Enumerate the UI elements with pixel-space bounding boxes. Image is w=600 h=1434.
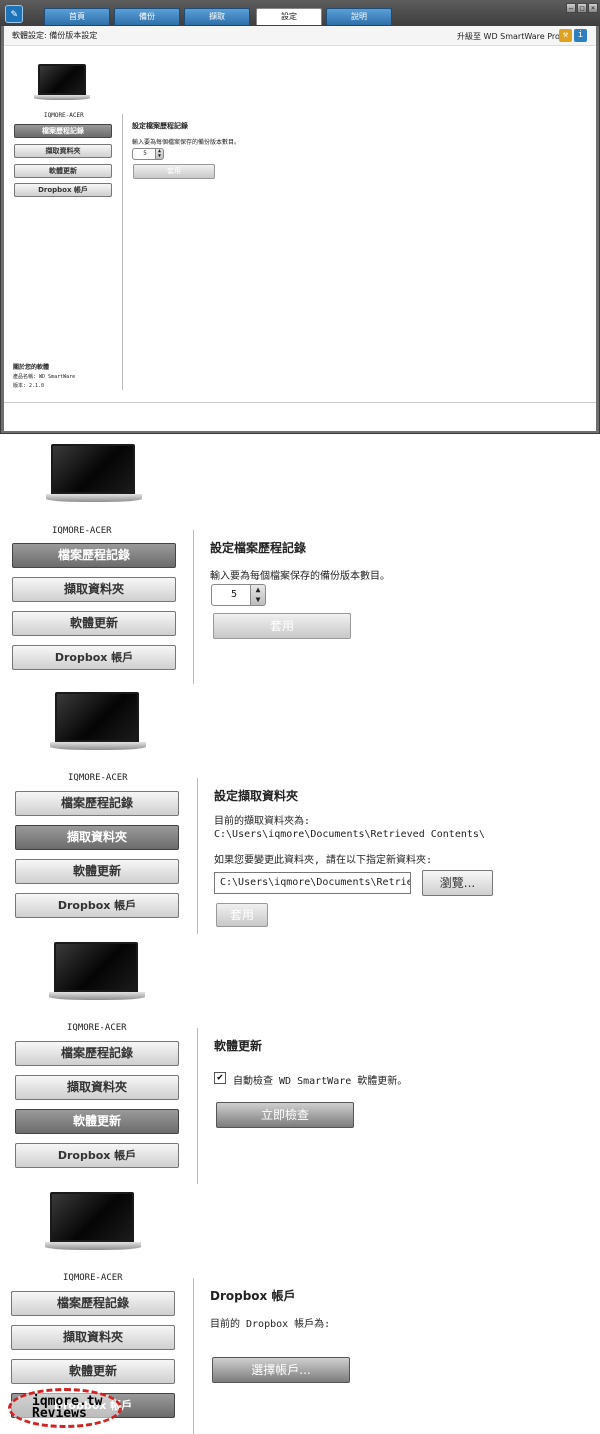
content-desc: 輸入要為每個檔案保存的備份版本數目。 — [210, 571, 390, 582]
spinner-arrows-icon[interactable]: ▲ ▼ — [250, 584, 266, 606]
content-desc: 輸入要為每個檔案保存的備份版本數目。 — [132, 139, 241, 146]
settings-panel — [4, 26, 596, 431]
change-folder-label: 如果您要變更此資料夾, 請在以下指定新資料夾: — [214, 855, 433, 866]
nav-retrieve-folder[interactable]: 擷取資料夾 — [11, 1325, 175, 1350]
watermark-text: iqmore.tw Reviews — [32, 1394, 103, 1421]
laptop-icon — [46, 444, 142, 502]
divider — [122, 114, 123, 390]
spinner-arrows-icon[interactable]: ▲ ▼ — [155, 148, 164, 160]
tab-help[interactable]: 說明 — [326, 8, 392, 25]
nav-file-history[interactable]: 檔案歷程記錄 — [14, 124, 112, 138]
laptop-icon — [34, 64, 90, 100]
about-version: 版本: 2.1.0 — [13, 383, 45, 389]
auto-check-checkbox[interactable]: ✔ — [214, 1072, 226, 1084]
nav-dropbox-account[interactable]: Dropbox 帳戶 — [12, 645, 176, 670]
version-count-value: 5 — [143, 150, 147, 157]
nav-software-update[interactable]: 軟體更新 — [15, 1109, 179, 1134]
check-now-button[interactable]: 立即檢查 — [216, 1102, 354, 1128]
apply-button[interactable]: 套用 — [133, 164, 215, 179]
nav-file-history[interactable]: 檔案歷程記錄 — [11, 1291, 175, 1316]
current-account-label: 目前的 Dropbox 帳戶為: — [210, 1319, 331, 1330]
nav-dropbox-account[interactable]: Dropbox 帳戶 — [14, 183, 112, 197]
info-icon[interactable]: i — [574, 29, 587, 42]
close-button[interactable]: × — [588, 3, 598, 13]
divider — [193, 1278, 194, 1434]
nav-retrieve-folder[interactable]: 擷取資料夾 — [12, 577, 176, 602]
folder-path-value: C:\Users\iqmore\Documents\Retrieve — [220, 877, 411, 888]
upgrade-link[interactable]: 升級至 WD SmartWare Pro — [457, 31, 560, 42]
nav-retrieve-folder[interactable]: 擷取資料夾 — [15, 825, 179, 850]
device-name: IQMORE-ACER — [52, 526, 112, 536]
tab-home[interactable]: 首頁 — [44, 8, 110, 25]
maximize-button[interactable]: □ — [577, 3, 587, 13]
folder-path-input[interactable]: C:\Users\iqmore\Documents\Retrieve — [214, 872, 411, 894]
about-product: 產品名稱: WD SmartWare — [13, 374, 76, 380]
nav-dropbox-account[interactable]: Dropbox 帳戶 — [15, 893, 179, 918]
laptop-icon — [49, 942, 145, 1000]
device-name: IQMORE-ACER — [44, 112, 84, 119]
nav-software-update[interactable]: 軟體更新 — [14, 164, 112, 178]
apply-button[interactable]: 套用 — [216, 903, 268, 927]
nav-file-history[interactable]: 檔案歷程記錄 — [15, 1041, 179, 1066]
tab-retrieve[interactable]: 擷取 — [184, 8, 250, 25]
version-count-value: 5 — [230, 589, 238, 600]
nav-software-update[interactable]: 軟體更新 — [15, 859, 179, 884]
divider — [197, 1028, 198, 1184]
divider — [193, 530, 194, 684]
content-title: 設定檔案歷程記錄 — [210, 541, 307, 555]
nav-file-history[interactable]: 檔案歷程記錄 — [15, 791, 179, 816]
laptop-icon — [50, 692, 146, 750]
apply-button[interactable]: 套用 — [213, 613, 351, 639]
tab-settings[interactable]: 設定 — [256, 8, 322, 25]
about-title: 關於您的軟體 — [13, 364, 50, 371]
content-title: Dropbox 帳戶 — [210, 1289, 296, 1303]
current-folder-path: C:\Users\iqmore\Documents\Retrieved Cont… — [214, 829, 485, 840]
nav-retrieve-folder[interactable]: 擷取資料夾 — [15, 1075, 179, 1100]
choose-account-button[interactable]: 選擇帳戶... — [212, 1357, 350, 1383]
device-name: IQMORE-ACER — [63, 1273, 123, 1283]
browse-button[interactable]: 瀏覽... — [422, 870, 493, 896]
tools-icon[interactable]: ⚒ — [559, 29, 572, 42]
content-title: 設定擷取資料夾 — [214, 789, 299, 803]
divider — [197, 778, 198, 934]
nav-software-update[interactable]: 軟體更新 — [11, 1359, 175, 1384]
current-folder-label: 目前的擷取資料夾為: — [214, 816, 311, 827]
content-title: 設定檔案歷程記錄 — [132, 122, 188, 130]
nav-software-update[interactable]: 軟體更新 — [12, 611, 176, 636]
tab-backup[interactable]: 備份 — [114, 8, 180, 25]
nav-dropbox-account[interactable]: Dropbox 帳戶 — [15, 1143, 179, 1168]
auto-check-label: 自動檢查 WD SmartWare 軟體更新。 — [233, 1076, 408, 1087]
laptop-icon — [45, 1192, 141, 1250]
device-name: IQMORE-ACER — [68, 773, 128, 783]
wd-logo-icon: ✎ — [5, 5, 23, 23]
device-name: IQMORE-ACER — [67, 1023, 127, 1033]
nav-file-history[interactable]: 檔案歷程記錄 — [12, 543, 176, 568]
content-title: 軟體更新 — [214, 1039, 263, 1053]
footer-line — [4, 402, 596, 403]
nav-retrieve-folder[interactable]: 擷取資料夾 — [14, 144, 112, 158]
minimize-button[interactable]: – — [566, 3, 576, 13]
